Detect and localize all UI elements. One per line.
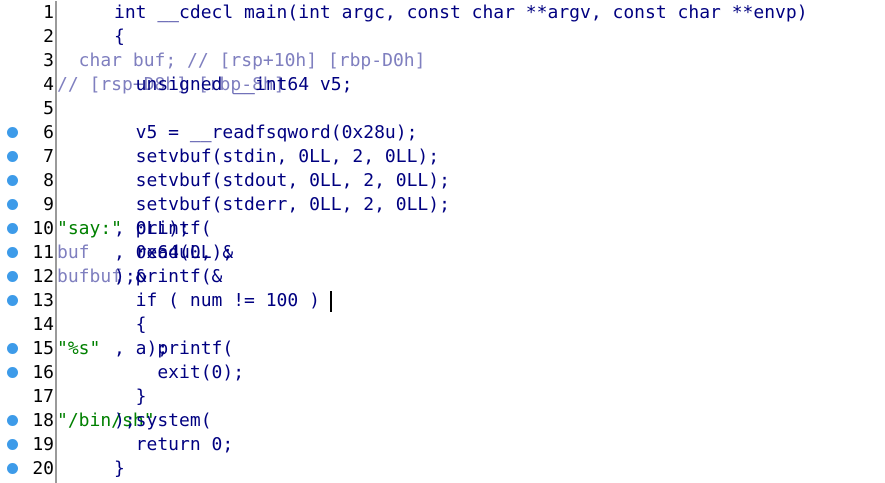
code-line[interactable]: 11 read(0, & buf, 0x64uLL); xyxy=(0,241,885,265)
code-token: if ( num != 100 ) xyxy=(114,290,320,311)
breakpoint-dot-icon[interactable] xyxy=(7,295,18,306)
breakpoint-dot-icon[interactable] xyxy=(7,367,18,378)
breakpoint-dot-icon[interactable] xyxy=(7,415,18,426)
code-token: "say:" xyxy=(57,218,123,239)
code-text[interactable]: printf("say:", 0LL); xyxy=(57,217,212,241)
line-number: 2 xyxy=(43,26,54,47)
code-line[interactable]: 5 xyxy=(0,97,885,121)
breakpoint-dot-icon[interactable] xyxy=(7,439,18,450)
code-token: , 0x64uLL); xyxy=(114,242,234,263)
code-token: setvbuf(stdout, 0LL, 2, 0LL); xyxy=(114,170,450,191)
breakpoint-dot-icon[interactable] xyxy=(7,223,18,234)
code-line[interactable]: 6 v5 = __readfsqword(0x28u); xyxy=(0,121,885,145)
breakpoint-dot-icon[interactable] xyxy=(7,175,18,186)
breakpoint-dot-icon[interactable] xyxy=(7,271,18,282)
code-line[interactable]: 1 int __cdecl main(int argc, const char *… xyxy=(0,1,885,25)
line-number: 1 xyxy=(43,2,54,23)
code-line[interactable]: 17 } xyxy=(0,385,885,409)
code-line[interactable]: 2{ xyxy=(0,25,885,49)
code-token: , 0LL); xyxy=(114,218,190,239)
breakpoint-dot-icon[interactable] xyxy=(7,463,18,474)
line-number: 10 xyxy=(32,218,54,239)
breakpoint-dot-icon[interactable] xyxy=(7,151,18,162)
line-number: 16 xyxy=(32,362,54,383)
line-number: 17 xyxy=(32,386,54,407)
line-number: 15 xyxy=(32,338,54,359)
code-text[interactable]: char buf; // [rsp+10h] [rbp-D0h] xyxy=(57,49,426,73)
line-number: 8 xyxy=(43,170,54,191)
code-line[interactable]: 16 exit(0); xyxy=(0,361,885,385)
code-token: buf xyxy=(57,242,90,263)
breakpoint-dot-icon[interactable] xyxy=(7,199,18,210)
line-number: 18 xyxy=(32,410,54,431)
line-number: 5 xyxy=(43,98,54,119)
breakpoint-dot-icon[interactable] xyxy=(7,247,18,258)
breakpoint-dot-icon[interactable] xyxy=(7,127,18,138)
line-number: 11 xyxy=(32,242,54,263)
code-token: } xyxy=(114,386,147,407)
code-token: unsigned __int64 v5; xyxy=(114,74,364,95)
line-number: 7 xyxy=(43,146,54,167)
line-number: 12 xyxy=(32,266,54,287)
code-token: ); xyxy=(114,410,136,431)
line-number: 20 xyxy=(32,458,54,479)
code-token: "%s" xyxy=(57,338,101,359)
code-token: int __cdecl main(int argc, const char **… xyxy=(114,2,808,23)
code-token: setvbuf(stderr, 0LL, 2, 0LL); xyxy=(114,194,450,215)
code-line[interactable]: 15 printf("%s", a); xyxy=(0,337,885,361)
line-number: 13 xyxy=(32,290,54,311)
line-number: 19 xyxy=(32,434,54,455)
code-line[interactable]: 14 { xyxy=(0,313,885,337)
code-line[interactable]: 9 setvbuf(stderr, 0LL, 2, 0LL); xyxy=(0,193,885,217)
code-line[interactable]: 4 unsigned __int64 v5; // [rsp+D8h] [rbp… xyxy=(0,73,885,97)
code-token: { xyxy=(114,26,125,47)
code-token: v5 = __readfsqword(0x28u); xyxy=(114,122,418,143)
code-token: , a); xyxy=(114,338,169,359)
line-number: 9 xyxy=(43,194,54,215)
code-line[interactable]: 18 system("/bin/sh"); xyxy=(0,409,885,433)
code-token: { xyxy=(114,314,147,335)
code-token: return 0; xyxy=(114,434,234,455)
breakpoint-dot-icon[interactable] xyxy=(7,343,18,354)
code-text[interactable]: system("/bin/sh"); xyxy=(57,409,212,433)
code-token: ); xyxy=(114,266,136,287)
line-number: 6 xyxy=(43,122,54,143)
code-token: } xyxy=(114,458,125,479)
code-text[interactable]: read(0, & buf, 0x64uLL); xyxy=(57,241,233,265)
line-number: 4 xyxy=(43,74,54,95)
code-token: char buf; // [rsp+10h] [rbp-D0h] xyxy=(57,50,426,71)
text-cursor xyxy=(330,291,332,312)
code-token: exit(0); xyxy=(114,362,245,383)
line-number: 14 xyxy=(32,314,54,335)
code-line[interactable]: 13 if ( num != 100 ) xyxy=(0,289,885,313)
code-token: buf xyxy=(57,266,90,287)
code-lines: 1 int __cdecl main(int argc, const char *… xyxy=(0,1,885,481)
code-line[interactable]: 3 char buf; // [rsp+10h] [rbp-D0h] xyxy=(0,49,885,73)
code-line[interactable]: 8 setvbuf(stdout, 0LL, 2, 0LL); xyxy=(0,169,885,193)
code-text[interactable]: unsigned __int64 v5; // [rsp+D8h] [rbp-8… xyxy=(57,73,352,97)
code-text[interactable]: printf(& buf, & buf); xyxy=(57,265,222,289)
code-text[interactable]: printf("%s", a); xyxy=(57,337,233,361)
code-line[interactable]: 7 setvbuf(stdin, 0LL, 2, 0LL); xyxy=(0,145,885,169)
pseudocode-view[interactable]: 1 int __cdecl main(int argc, const char *… xyxy=(0,1,885,483)
code-line[interactable]: 19 return 0; xyxy=(0,433,885,457)
code-line[interactable]: 12 printf(& buf, & buf); xyxy=(0,265,885,289)
line-number: 3 xyxy=(43,50,54,71)
code-line[interactable]: 10 printf("say:", 0LL); xyxy=(0,217,885,241)
code-line[interactable]: 20} xyxy=(0,457,885,481)
code-token: setvbuf(stdin, 0LL, 2, 0LL); xyxy=(114,146,440,167)
